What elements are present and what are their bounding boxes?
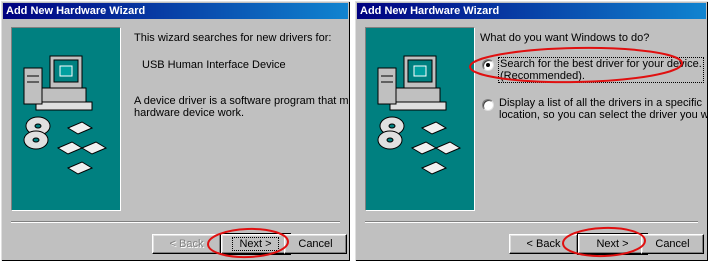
option-list-line2: location, so you can select the driver y… (499, 109, 708, 121)
description-line2: hardware device work. (134, 107, 245, 119)
option-search-label[interactable]: Search for the best driver for your devi… (498, 57, 704, 83)
cancel-button[interactable]: Cancel (284, 234, 347, 254)
next-button[interactable]: Next > (577, 233, 648, 255)
title-bar: Add New Hardware Wizard (3, 3, 348, 19)
description-line1: A device driver is a software program th… (134, 95, 350, 107)
separator (11, 221, 340, 223)
option-list-line1: Display a list of all the drivers in a s… (499, 97, 702, 109)
cd-disc-icon (377, 116, 405, 150)
wizard-illustration (365, 27, 475, 211)
option-search-line2: (Recommended). (500, 70, 585, 82)
wizard-dialog-right: Add New Hardware Wizard What do you want… (355, 1, 708, 261)
wizard-illustration (11, 27, 121, 211)
option-list-label[interactable]: Display a list of all the drivers in a s… (499, 97, 708, 121)
next-button-label: Next > (232, 237, 279, 251)
computer-icon (23, 55, 93, 111)
cd-disc-icon (23, 116, 51, 150)
next-button[interactable]: Next > (220, 233, 291, 255)
question-text: What do you want Windows to do? (480, 32, 650, 44)
back-button[interactable]: < Back (509, 234, 578, 254)
separator (365, 221, 698, 223)
floppy-disk-icon (56, 121, 108, 175)
cancel-button[interactable]: Cancel (641, 234, 704, 254)
radio-search-best-driver[interactable] (482, 59, 494, 71)
option-search-line1: Search for the best driver for your devi… (500, 58, 702, 70)
wizard-dialog-left: Add New Hardware Wizard This wizard sear… (1, 1, 350, 261)
computer-icon (377, 55, 447, 111)
floppy-disk-icon (410, 121, 462, 175)
radio-display-list[interactable] (482, 99, 494, 111)
intro-text: This wizard searches for new drivers for… (134, 32, 332, 44)
device-name: USB Human Interface Device (142, 59, 286, 71)
back-button[interactable]: < Back (152, 234, 221, 254)
title-bar: Add New Hardware Wizard (357, 3, 706, 19)
